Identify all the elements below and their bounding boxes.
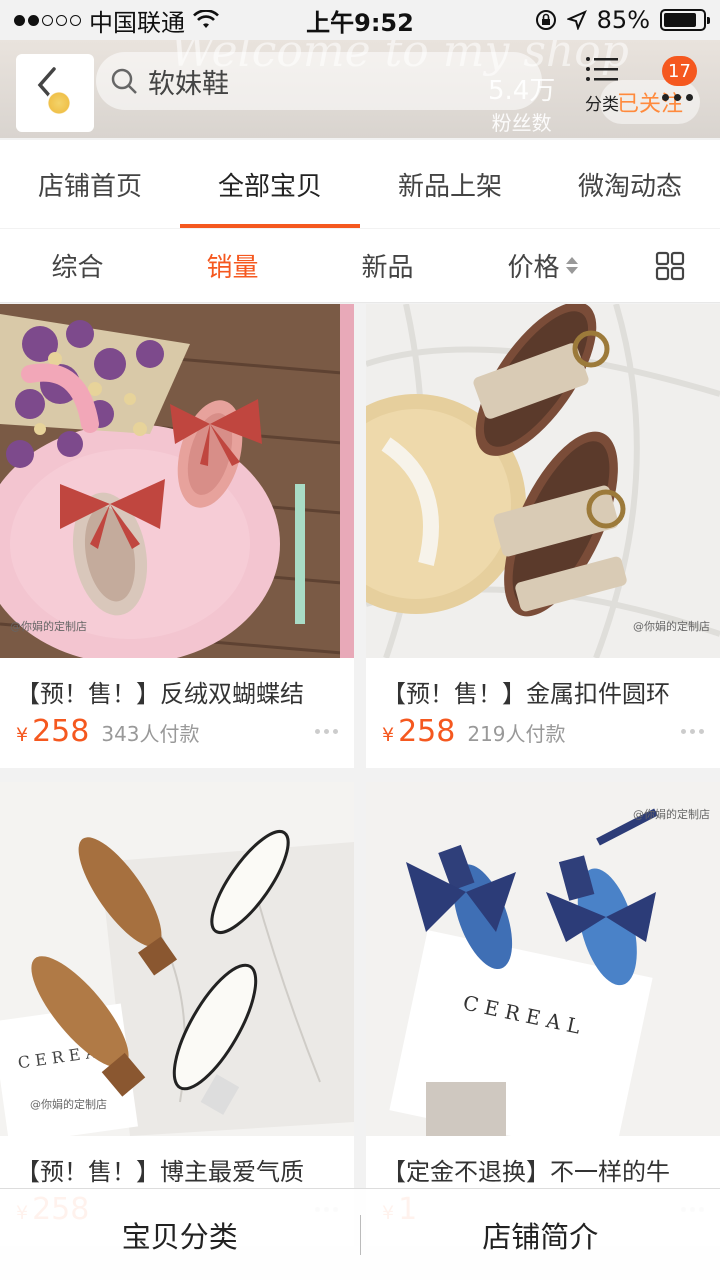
item-categories-button[interactable]: 宝贝分类 xyxy=(0,1214,360,1256)
product-card[interactable]: C E R E A L @你娟的定制店 【预！售！】博主最爱气质 xyxy=(0,782,354,1246)
status-bar: 中国联通 上午9:52 85% xyxy=(0,0,720,40)
fans-count: 5.4万 xyxy=(488,76,556,106)
shop-intro-button[interactable]: 店铺简介 xyxy=(361,1214,720,1256)
battery-percent: 85% xyxy=(596,6,650,34)
grid-view-button[interactable] xyxy=(620,251,720,281)
category-button[interactable]: 分类 xyxy=(578,54,626,115)
image-watermark: @你娟的定制店 xyxy=(10,620,87,633)
sold-count: 343人付款 xyxy=(101,722,200,746)
product-image[interactable]: @你娟的定制店 xyxy=(366,304,720,658)
sold-count: 219人付款 xyxy=(467,722,566,746)
search-text: 软妹鞋 xyxy=(148,68,229,100)
image-watermark: @你娟的定制店 xyxy=(30,1098,107,1111)
sort-overall-label: 综合 xyxy=(51,253,104,283)
signal-dots xyxy=(14,14,81,26)
battery-icon xyxy=(660,9,710,31)
product-meta: ¥ 258 343人付款 xyxy=(0,708,354,749)
price-symbol: ¥ xyxy=(16,724,29,746)
shop-tabs: 店铺首页 全部宝贝 新品上架 微淘动态 xyxy=(0,140,720,228)
list-icon xyxy=(586,57,618,81)
sort-price[interactable]: 价格 xyxy=(465,247,620,284)
shop-header: Welcome to my shop 软妹鞋 5.4万 粉丝数 已关注 分类 1… xyxy=(0,40,720,138)
fans-label: 粉丝数 xyxy=(491,111,552,135)
product-price: 258 xyxy=(398,714,456,749)
sort-new-label: 新品 xyxy=(361,253,414,283)
rotation-lock-icon xyxy=(535,10,556,30)
wifi-icon xyxy=(193,10,219,28)
battery-fill xyxy=(664,13,697,27)
sort-overall[interactable]: 综合 xyxy=(0,247,155,284)
tab-home[interactable]: 店铺首页 xyxy=(0,140,180,228)
image-watermark: @你娟的定制店 xyxy=(633,620,710,633)
product-card[interactable]: @你娟的定制店 【预！售！】反绒双蝴蝶结 ¥ 258 343人付款 xyxy=(0,304,354,768)
category-label: 分类 xyxy=(585,95,619,115)
product-image[interactable]: C E R E A L @你娟的定制店 xyxy=(0,782,354,1136)
product-image[interactable]: C E R E A L @你娟的定制店 xyxy=(366,782,720,1136)
sort-bar: 综合 销量 新品 价格 xyxy=(0,229,720,303)
tab-all-items[interactable]: 全部宝贝 xyxy=(180,140,360,228)
more-dots-icon xyxy=(662,94,693,101)
location-arrow-icon xyxy=(566,10,587,30)
status-right: 85% xyxy=(535,6,710,34)
price-symbol: ¥ xyxy=(382,724,395,746)
search-input[interactable]: 软妹鞋 xyxy=(96,52,542,110)
bottom-bar: 宝贝分类 店铺简介 xyxy=(0,1188,720,1280)
product-image[interactable]: @你娟的定制店 xyxy=(0,304,354,658)
tab-weitao[interactable]: 微淘动态 xyxy=(540,140,720,228)
product-meta: ¥ 258 219人付款 xyxy=(366,708,720,749)
carrier-name: 中国联通 xyxy=(89,8,185,37)
search-icon xyxy=(111,68,137,94)
price-sort-icon xyxy=(565,257,578,274)
product-title[interactable]: 【预！售！】博主最爱气质 xyxy=(0,1136,354,1186)
sort-price-label: 价格 xyxy=(507,253,560,283)
image-watermark: @你娟的定制店 xyxy=(633,808,710,821)
product-card[interactable]: C E R E A L @你娟的定制店 【定金不退换】不一样的牛 xyxy=(366,782,720,1246)
product-price: 258 xyxy=(32,714,90,749)
product-title[interactable]: 【预！售！】金属扣件圆环 xyxy=(366,658,720,708)
grid-view-icon xyxy=(655,251,685,280)
sort-new[interactable]: 新品 xyxy=(310,247,465,284)
carrier-group: 中国联通 xyxy=(14,3,274,38)
shop-logo-mark xyxy=(46,90,72,116)
product-title[interactable]: 【预！售！】反绒双蝴蝶结 xyxy=(0,658,354,708)
more-options-icon[interactable] xyxy=(315,729,338,734)
sort-sales[interactable]: 销量 xyxy=(155,247,310,284)
product-title[interactable]: 【定金不退换】不一样的牛 xyxy=(366,1136,720,1186)
message-badge: 17 xyxy=(662,56,697,86)
more-options-icon[interactable] xyxy=(681,729,704,734)
fans-info: 5.4万 粉丝数 xyxy=(488,70,555,136)
tab-new-arrivals[interactable]: 新品上架 xyxy=(360,140,540,228)
more-menu-button[interactable]: 17 xyxy=(654,56,704,116)
product-card[interactable]: @你娟的定制店 【预！售！】金属扣件圆环 ¥ 258 219人付款 xyxy=(366,304,720,768)
sort-sales-label: 销量 xyxy=(206,253,259,283)
